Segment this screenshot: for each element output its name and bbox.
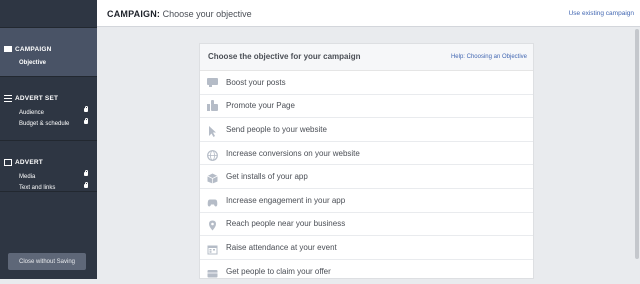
header: CAMPAIGN: Choose your objective Use exis… (97, 0, 640, 27)
page-scrollbar[interactable] (634, 27, 640, 279)
objective-promote-page[interactable]: Promote your Page (200, 95, 533, 119)
sidebar-item-audience[interactable]: Audience (0, 105, 97, 117)
use-existing-campaign-link[interactable]: Use existing campaign (569, 10, 634, 17)
calendar-icon (207, 242, 218, 255)
sidebar-item-text-and-links[interactable]: Text and links (0, 181, 97, 192)
thumbs-up-icon (207, 100, 218, 112)
objective-send-to-website[interactable]: Send people to your website (200, 118, 533, 142)
sidebar-section-title: CAMPAIGN (15, 45, 52, 53)
objective-event-attendance[interactable]: Raise attendance at your event (200, 236, 533, 260)
sidebar-section-title: ADVERT (15, 158, 43, 166)
objective-claim-offer[interactable]: Get people to claim your offer (200, 260, 533, 284)
lock-icon (84, 117, 88, 124)
lock-icon (84, 181, 88, 188)
location-pin-icon (207, 218, 218, 231)
card-header: Choose the objective for your campaign H… (200, 44, 533, 71)
objective-boost-posts[interactable]: Boost your posts (200, 71, 533, 95)
lock-icon (84, 105, 88, 112)
ticket-icon (207, 266, 218, 278)
sidebar-top (0, 0, 97, 28)
gamepad-icon (207, 195, 218, 207)
card-title: Choose the objective for your campaign (208, 52, 361, 61)
sidebar-item-objective[interactable]: Objective (0, 56, 97, 67)
globe-icon (207, 148, 218, 161)
cursor-icon (207, 124, 218, 137)
objective-reach-nearby[interactable]: Reach people near your business (200, 213, 533, 237)
advert-set-icon (4, 94, 12, 102)
lock-icon (84, 169, 88, 176)
objective-app-installs[interactable]: Get installs of your app (200, 165, 533, 189)
scrollbar-thumb[interactable] (635, 29, 639, 259)
sidebar-section-advert-set[interactable]: ADVERT SET Audience Budget & schedule (0, 77, 97, 140)
sidebar-item-media[interactable]: Media (0, 169, 97, 181)
close-without-saving-button[interactable]: Close without Saving (8, 253, 86, 270)
objective-app-engagement[interactable]: Increase engagement in your app (200, 189, 533, 213)
objective-increase-conversions[interactable]: Increase conversions on your website (200, 142, 533, 166)
speech-bubble-icon (207, 77, 218, 88)
advert-icon (4, 158, 12, 166)
sidebar-section-campaign[interactable]: CAMPAIGN Objective (0, 28, 97, 76)
objective-card: Choose the objective for your campaign H… (199, 43, 534, 279)
help-choosing-objective-link[interactable]: Help: Choosing an Objective (451, 54, 527, 60)
campaign-icon (4, 46, 12, 52)
sidebar-section-advert[interactable]: ADVERT Media Text and links (0, 141, 97, 191)
sidebar-section-title: ADVERT SET (15, 94, 59, 102)
page-title: CAMPAIGN: Choose your objective (107, 9, 252, 19)
box-icon (207, 171, 218, 184)
sidebar-item-budget-schedule[interactable]: Budget & schedule (0, 117, 97, 128)
sidebar: CAMPAIGN Objective ADVERT SET Audience B… (0, 0, 97, 279)
